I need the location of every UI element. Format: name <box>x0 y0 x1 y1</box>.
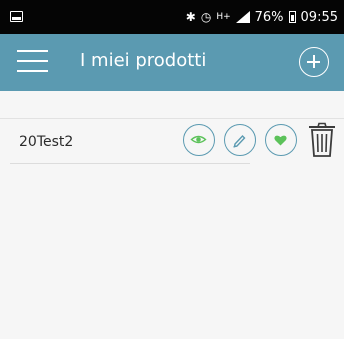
favorite-icon <box>274 135 287 146</box>
battery-percent: 76% <box>254 9 284 25</box>
battery-icon <box>288 11 296 23</box>
menu-icon[interactable] <box>17 50 48 72</box>
favorite-button[interactable] <box>265 124 297 156</box>
edit-icon <box>233 134 246 148</box>
hplus-icon: H+ <box>216 12 231 22</box>
status-time: 09:55 <box>300 9 338 25</box>
signal-icon <box>235 11 250 23</box>
delete-button[interactable] <box>306 121 338 159</box>
row-divider <box>10 163 250 164</box>
status-bar: ✱ ◷ H+ 76% 09:55 <box>0 0 344 34</box>
status-icons: ✱ ◷ H+ 76% 09:55 <box>186 8 338 26</box>
page-title: I miei prodotti <box>80 50 207 71</box>
app-bar: I miei prodotti <box>0 34 344 91</box>
screenshot-icon <box>10 11 23 22</box>
view-button[interactable] <box>183 124 215 156</box>
alarm-icon: ◷ <box>200 10 212 24</box>
product-name: 20Test2 <box>19 134 74 150</box>
bluetooth-icon: ✱ <box>185 10 196 24</box>
view-icon <box>190 135 207 144</box>
app-screen: ✱ ◷ H+ 76% 09:55 I miei prodotti 20Test2 <box>0 0 344 339</box>
delete-icon <box>309 122 335 157</box>
list-item[interactable]: 20Test2 <box>0 119 344 165</box>
add-product-button[interactable] <box>299 47 329 77</box>
edit-button[interactable] <box>224 124 256 156</box>
